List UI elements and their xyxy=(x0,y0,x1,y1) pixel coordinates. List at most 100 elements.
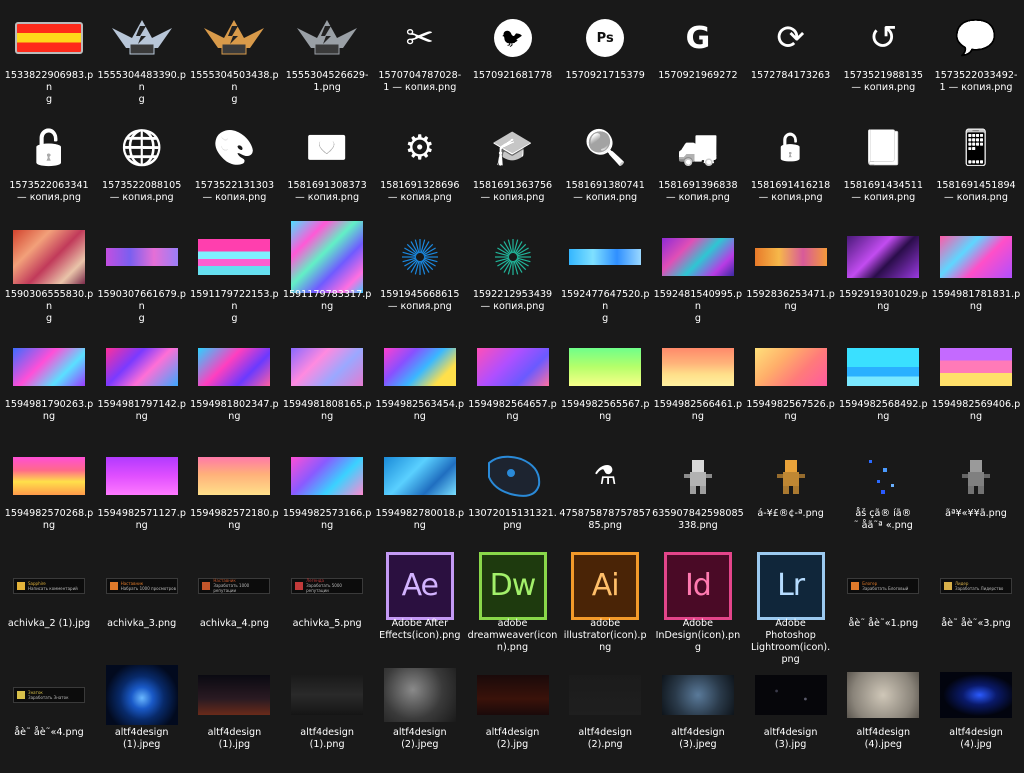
gradient-image-icon xyxy=(374,335,466,399)
file-tile[interactable]: Ai adobe illustrator(icon).p ng xyxy=(559,551,651,664)
file-tile[interactable]: altf4design (2).jpg xyxy=(467,663,559,773)
file-tile[interactable]: 1555304483390.pn g xyxy=(96,6,188,116)
file-tile[interactable]: 1594982571127.p ng xyxy=(96,444,188,554)
file-tile[interactable]: 1594981790263.p ng xyxy=(3,335,95,445)
file-tile[interactable]: altf4design (3).jpeg xyxy=(652,663,744,773)
file-tile[interactable]: Наставник Набрать 1000 просмотров achivka_… xyxy=(96,554,188,664)
file-tile[interactable]: 1594981808165.p ng xyxy=(281,335,373,445)
file-tile[interactable]: åš çã® íã® ˜ åã˜ª «.png xyxy=(837,444,929,554)
file-tile[interactable]: 1594982566461.p ng xyxy=(652,335,744,445)
file-tile[interactable]: 1594981797142.p ng xyxy=(96,335,188,445)
file-name-label: åè˜ åè˜«4.png xyxy=(14,727,84,738)
file-tile[interactable]: altf4design (1).png xyxy=(281,663,373,773)
file-tile[interactable]: 🚚 1581691396838 — копия.png xyxy=(652,116,744,226)
thumbnail-image xyxy=(291,457,364,495)
file-tile[interactable]: 1533822906983.pn g xyxy=(3,6,95,116)
file-tile[interactable]: 💌 1581691308373 — копия.png xyxy=(281,116,373,226)
thumbnail-image xyxy=(198,675,271,715)
file-tile[interactable]: Блогер Заработать Блоговый åè˜ åè˜«1.png xyxy=(837,554,929,664)
lightroom-icon: Lr xyxy=(745,551,837,620)
file-tile[interactable]: 1592919301029.p ng xyxy=(837,225,929,335)
file-tile[interactable]: altf4design (1).jpg xyxy=(188,663,280,773)
file-tile[interactable]: 🎨 1573522131303 — копия.png xyxy=(188,116,280,226)
file-tile[interactable]: á-¥£®¢-ª.png xyxy=(745,444,837,554)
file-tile[interactable]: altf4design (2).jpeg xyxy=(374,663,466,773)
file-tile[interactable]: 1555304503438.pn g xyxy=(188,6,280,116)
file-tile[interactable]: G 1570921969272 xyxy=(652,6,744,116)
file-tile[interactable]: 1594981781831.p ng xyxy=(930,225,1022,335)
file-tile[interactable]: 🐦 1570921681778 xyxy=(467,6,559,116)
thumbnail-image xyxy=(661,675,734,715)
file-tile[interactable]: Sapphire Написать комментарий achivka_2 (1… xyxy=(3,554,95,664)
file-tile[interactable]: altf4design (1).jpeg xyxy=(96,663,188,773)
file-tile[interactable]: 1594982564657.p ng xyxy=(467,335,559,445)
file-name-label: 1592919301029.p ng xyxy=(839,289,928,313)
file-tile[interactable]: 📱 1581691451894 — копия.png xyxy=(930,116,1022,226)
file-tile[interactable]: ✂ 1570704787028- 1 — копия.png xyxy=(374,6,466,116)
file-name-label: 1594982563454.png xyxy=(375,398,465,422)
file-tile[interactable]: 1594982568492.p ng xyxy=(837,335,929,445)
file-tile[interactable]: 📕 1581691434511 — копия.png xyxy=(837,116,929,226)
file-tile[interactable]: 1592481540995.pn g xyxy=(652,225,744,335)
file-tile[interactable]: Знаток Заработать Знаток åè˜ åè˜«4.png xyxy=(3,663,95,773)
file-tile[interactable]: altf4design (3).jpg xyxy=(745,663,837,773)
dark-texture-image-icon xyxy=(281,663,373,727)
file-tile[interactable]: 1591179783317.p ng xyxy=(281,221,373,335)
file-tile[interactable]: 🎓 1581691363756 — копия.png xyxy=(467,116,559,226)
file-tile[interactable]: ⚗ 475875878757857 85.png xyxy=(559,444,651,554)
file-tile[interactable]: 1594982569406.p ng xyxy=(930,335,1022,445)
file-tile[interactable]: 13072015131321. png xyxy=(467,444,559,554)
file-tile[interactable]: 1594982572180.p ng xyxy=(188,444,280,554)
file-tile[interactable]: 💬 1573522033492- 1 — копия.png xyxy=(930,6,1022,116)
gaming-mouse-icon xyxy=(467,444,559,508)
file-name-label: Adobe InDesign(icon).pn g xyxy=(655,617,741,653)
file-tile[interactable]: altf4design (4).jpeg xyxy=(837,663,929,773)
file-tile[interactable]: 635907842598085 338.png xyxy=(652,444,744,554)
search-icon: 🔍 xyxy=(584,127,627,168)
file-tile[interactable]: 1591945668615 — копия.png xyxy=(374,225,466,335)
file-tile[interactable]: 1594982567526.p ng xyxy=(745,335,837,445)
file-tile[interactable]: altf4design (2).png xyxy=(559,663,651,773)
file-name-label: 1570921681778 xyxy=(472,70,553,81)
file-tile[interactable]: ãª¥«¥¥ã.png xyxy=(930,444,1022,554)
file-name-label: 475875878757857 85.png xyxy=(559,508,651,532)
file-tile[interactable]: 1590306555830.pn g xyxy=(3,225,95,335)
file-tile[interactable]: 1594981802347.p ng xyxy=(188,335,280,445)
file-tile[interactable]: 🔓 1573522063341 — копия.png xyxy=(3,116,95,226)
thumbnail-image xyxy=(105,457,178,495)
file-tile[interactable]: 1592836253471.p ng xyxy=(745,225,837,335)
file-tile[interactable]: 1590307661679.pn g xyxy=(96,225,188,335)
file-tile[interactable]: Lr Adobe Photoshop Lightroom(icon). png xyxy=(745,551,837,665)
abstract-image-icon xyxy=(281,335,373,399)
file-name-label: 1581691416218 — копия.png xyxy=(750,179,831,203)
file-tile[interactable]: Ae Adobe After Effects(icon).png xyxy=(374,551,466,664)
file-tile[interactable]: Ps 1570921715379 xyxy=(559,6,651,116)
gradient-image-icon xyxy=(652,335,744,399)
file-tile[interactable]: Id Adobe InDesign(icon).pn g xyxy=(652,551,744,664)
file-tile[interactable]: Легенда Заработать 5000 репутации achivka_… xyxy=(281,554,373,664)
file-tile[interactable]: 1592477647520.pn g xyxy=(559,225,651,335)
file-tile[interactable]: 🔍 1581691380741 — копия.png xyxy=(559,116,651,226)
file-tile[interactable]: 🔓 1581691416218 — копия.png xyxy=(745,116,837,226)
file-tile[interactable]: 1594982563454.png xyxy=(374,335,466,445)
file-tile[interactable]: Наставник Заработать 1000 репутации achivk… xyxy=(188,554,280,664)
starburst-icon xyxy=(467,225,559,289)
file-tile[interactable]: 1594982565567.p ng xyxy=(559,335,651,445)
file-tile[interactable]: ⟳ 1572784173263 xyxy=(745,6,837,116)
file-tile[interactable]: altf4design (4).jpg xyxy=(930,663,1022,773)
file-tile[interactable]: 1594982570268.p ng xyxy=(3,444,95,554)
file-name-label: 1570704787028- 1 — копия.png xyxy=(378,70,462,94)
file-tile[interactable]: ↺ 1573521988135 — копия.png xyxy=(837,6,929,116)
thumbnail-image xyxy=(198,457,271,495)
file-tile[interactable]: 1592212953439 — копия.png xyxy=(467,225,559,335)
file-tile[interactable]: 1594982780018.p ng xyxy=(374,444,466,554)
abstract-image-icon xyxy=(281,221,373,293)
file-tile[interactable]: 1594982573166.p ng xyxy=(281,444,373,554)
file-tile[interactable]: 🌐 1573522088105 — копия.png xyxy=(96,116,188,226)
file-tile[interactable]: ⚙ 1581691328696 — копия.png xyxy=(374,116,466,226)
achievement-banner-icon: Знаток Заработать Знаток xyxy=(3,663,95,727)
file-tile[interactable]: 1591179722153.pn g xyxy=(188,225,280,335)
file-tile[interactable]: Лидер Заработать Лидерство åè˜ åè˜«3.png xyxy=(930,554,1022,664)
file-tile[interactable]: 1555304526629- 1.png xyxy=(281,6,373,116)
file-tile[interactable]: Dw adobe dreamweaver(icon n).png xyxy=(467,551,559,664)
